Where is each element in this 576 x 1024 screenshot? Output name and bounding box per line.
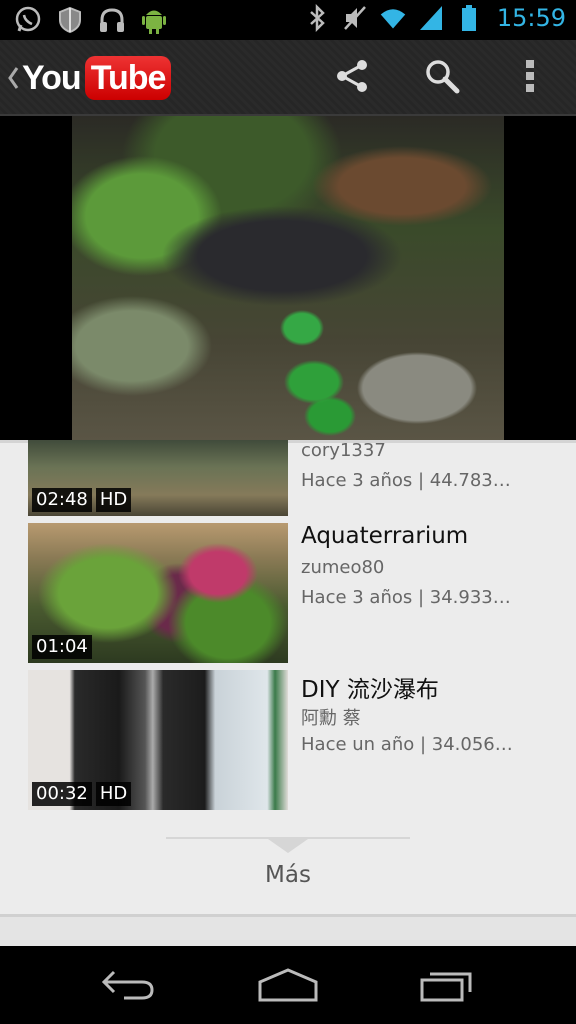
video-meta: Hace 3 años | 44.783… [301,470,511,491]
recent-apps-button[interactable] [400,962,496,1010]
share-icon [334,58,370,98]
video-meta: Hace 3 años | 34.933… [301,587,511,608]
video-title: DIY 流沙瀑布 [301,677,439,703]
duration-badge: 02:48 [32,488,92,512]
recent-apps-icon [420,966,476,1006]
video-list-item[interactable]: 01:04 Aquaterrarium zumeo80 Hace 3 años … [0,523,576,663]
search-button[interactable] [420,56,464,100]
duration-badge: 01:04 [32,635,92,659]
more-button[interactable]: Más [0,862,576,888]
logo-tube-text: Tube [84,56,172,100]
logo-you-text: You [22,58,82,97]
home-button[interactable] [240,962,336,1010]
video-frame-image[interactable] [72,116,504,440]
whatsapp-icon [14,6,42,34]
duration-badge: 00:32 [32,782,92,806]
video-player[interactable] [0,116,576,440]
up-chevron-icon[interactable] [6,64,20,92]
home-icon [258,966,318,1006]
battery-icon [455,4,483,32]
status-time: 15:59 [496,4,566,32]
android-icon [140,6,168,34]
search-icon [424,58,460,98]
wifi-icon [379,4,407,32]
status-bar: 15:59 [0,0,576,40]
bluetooth-icon [303,4,331,32]
video-thumbnail[interactable]: 02:48 HD [28,440,288,516]
video-list-item[interactable]: 00:32 HD DIY 流沙瀑布 阿勳 蔡 Hace un año | 34.… [0,670,576,810]
video-thumbnail[interactable]: 01:04 [28,523,288,663]
headphones-icon [98,6,126,34]
related-videos-panel: 02:48 HD cory1337 Hace 3 años | 44.783… … [0,440,576,946]
share-button[interactable] [330,56,374,100]
video-thumbnail[interactable]: 00:32 HD [28,670,288,810]
hd-badge: HD [95,488,132,512]
panel-footer [0,914,576,946]
hd-badge: HD [95,782,132,806]
video-list-item[interactable]: 02:48 HD cory1337 Hace 3 años | 44.783… [0,440,576,516]
video-title: Aquaterrarium [301,523,469,549]
back-icon [100,966,156,1006]
back-button[interactable] [80,962,176,1010]
overflow-menu-icon [524,58,536,98]
youtube-logo[interactable]: You Tube [22,56,172,100]
video-channel: 阿勳 蔡 [301,708,361,729]
video-channel: cory1337 [301,440,386,461]
app-action-bar: You Tube [0,40,576,116]
mute-icon [341,4,369,32]
signal-icon [417,4,445,32]
shield-icon [56,6,84,34]
video-meta: Hace un año | 34.056… [301,734,513,755]
more-arrow-icon [268,839,308,853]
overflow-menu-button[interactable] [508,56,552,100]
video-channel: zumeo80 [301,557,385,578]
system-navigation-bar [0,946,576,1024]
